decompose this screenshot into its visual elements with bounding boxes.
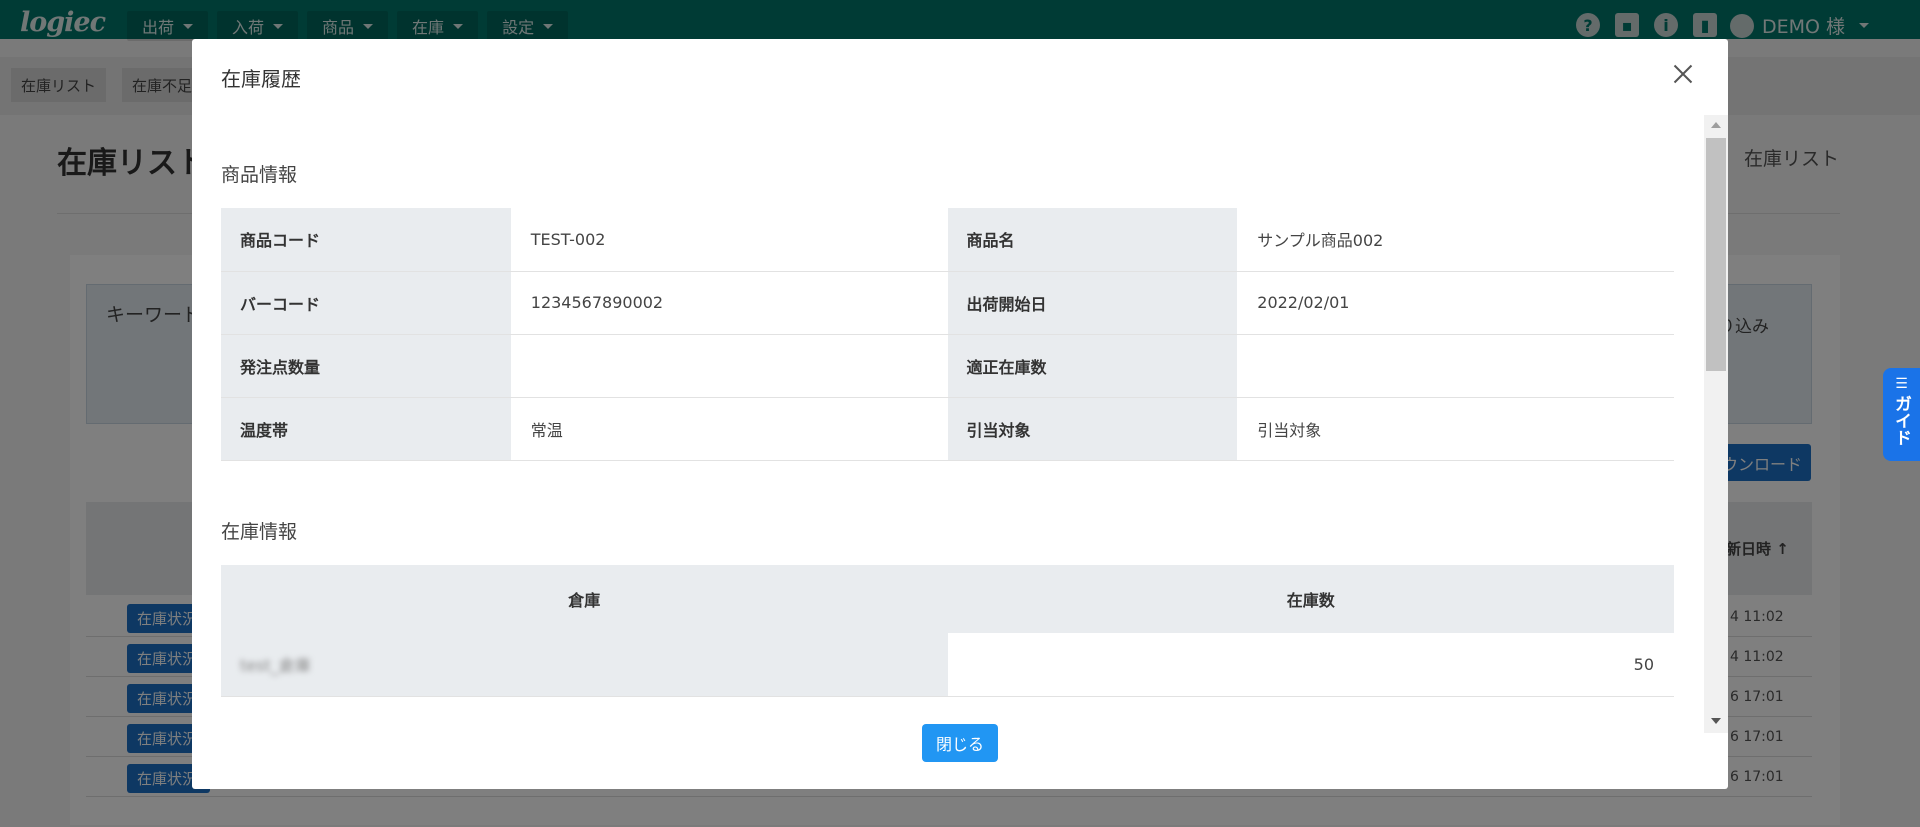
field-label: 商品名 bbox=[947, 208, 1238, 272]
field-value: サンプル商品002 bbox=[1237, 208, 1674, 272]
product-section-title: 商品情報 bbox=[221, 164, 298, 186]
close-button[interactable]: 閉じる bbox=[922, 724, 998, 762]
column-header-warehouse: 倉庫 bbox=[221, 565, 948, 633]
table-row: バーコード 1234567890002 出荷開始日 2022/02/01 bbox=[221, 271, 1674, 335]
table-row: 温度帯 常温 引当対象 引当対象 bbox=[221, 397, 1674, 461]
table-row: 商品コード TEST-002 商品名 サンプル商品002 bbox=[221, 208, 1674, 272]
guide-tab[interactable]: ☰ ガイド bbox=[1883, 368, 1920, 461]
dialog-title: 在庫履歴 bbox=[221, 67, 301, 91]
field-label: 出荷開始日 bbox=[947, 271, 1238, 335]
quantity-cell: 50 bbox=[947, 633, 1674, 697]
scroll-up-icon[interactable] bbox=[1711, 122, 1721, 128]
field-value: TEST-002 bbox=[510, 208, 948, 272]
column-header-quantity: 在庫数 bbox=[947, 565, 1674, 633]
scrollbar[interactable] bbox=[1704, 115, 1728, 733]
dialog-body[interactable]: 商品情報 商品コード TEST-002 商品名 サンプル商品002 バーコード … bbox=[192, 115, 1728, 733]
close-icon[interactable] bbox=[1670, 61, 1696, 87]
field-label: 温度帯 bbox=[221, 397, 511, 461]
stock-history-dialog: 在庫履歴 商品情報 商品コード TEST-002 商品名 サンプル商品002 バ… bbox=[192, 39, 1728, 789]
table-row: 発注点数量 適正在庫数 bbox=[221, 334, 1674, 398]
warehouse-cell: test_倉庫 bbox=[221, 633, 948, 697]
guide-icon: ☰ bbox=[1895, 376, 1908, 392]
field-value: 引当対象 bbox=[1237, 397, 1674, 461]
product-info-table: 商品コード TEST-002 商品名 サンプル商品002 バーコード 12345… bbox=[221, 208, 1674, 461]
table-row: test_倉庫 50 bbox=[221, 633, 1674, 697]
stock-section-title: 在庫情報 bbox=[221, 521, 298, 543]
field-value bbox=[1237, 334, 1674, 398]
scroll-thumb[interactable] bbox=[1706, 138, 1726, 371]
field-value: 常温 bbox=[510, 397, 948, 461]
field-label: 発注点数量 bbox=[221, 334, 511, 398]
guide-label: ガイド bbox=[1891, 395, 1911, 446]
stock-info-table: 倉庫 在庫数 test_倉庫 50 bbox=[221, 565, 1674, 697]
field-label: 適正在庫数 bbox=[947, 334, 1238, 398]
table-header-row: 倉庫 在庫数 bbox=[221, 565, 1674, 633]
field-value: 2022/02/01 bbox=[1237, 271, 1674, 335]
field-value bbox=[510, 334, 948, 398]
field-label: 商品コード bbox=[221, 208, 511, 272]
field-label: 引当対象 bbox=[947, 397, 1238, 461]
warehouse-name: test_倉庫 bbox=[240, 656, 311, 676]
scroll-down-icon[interactable] bbox=[1711, 718, 1721, 724]
field-value: 1234567890002 bbox=[510, 271, 948, 335]
field-label: バーコード bbox=[221, 271, 511, 335]
